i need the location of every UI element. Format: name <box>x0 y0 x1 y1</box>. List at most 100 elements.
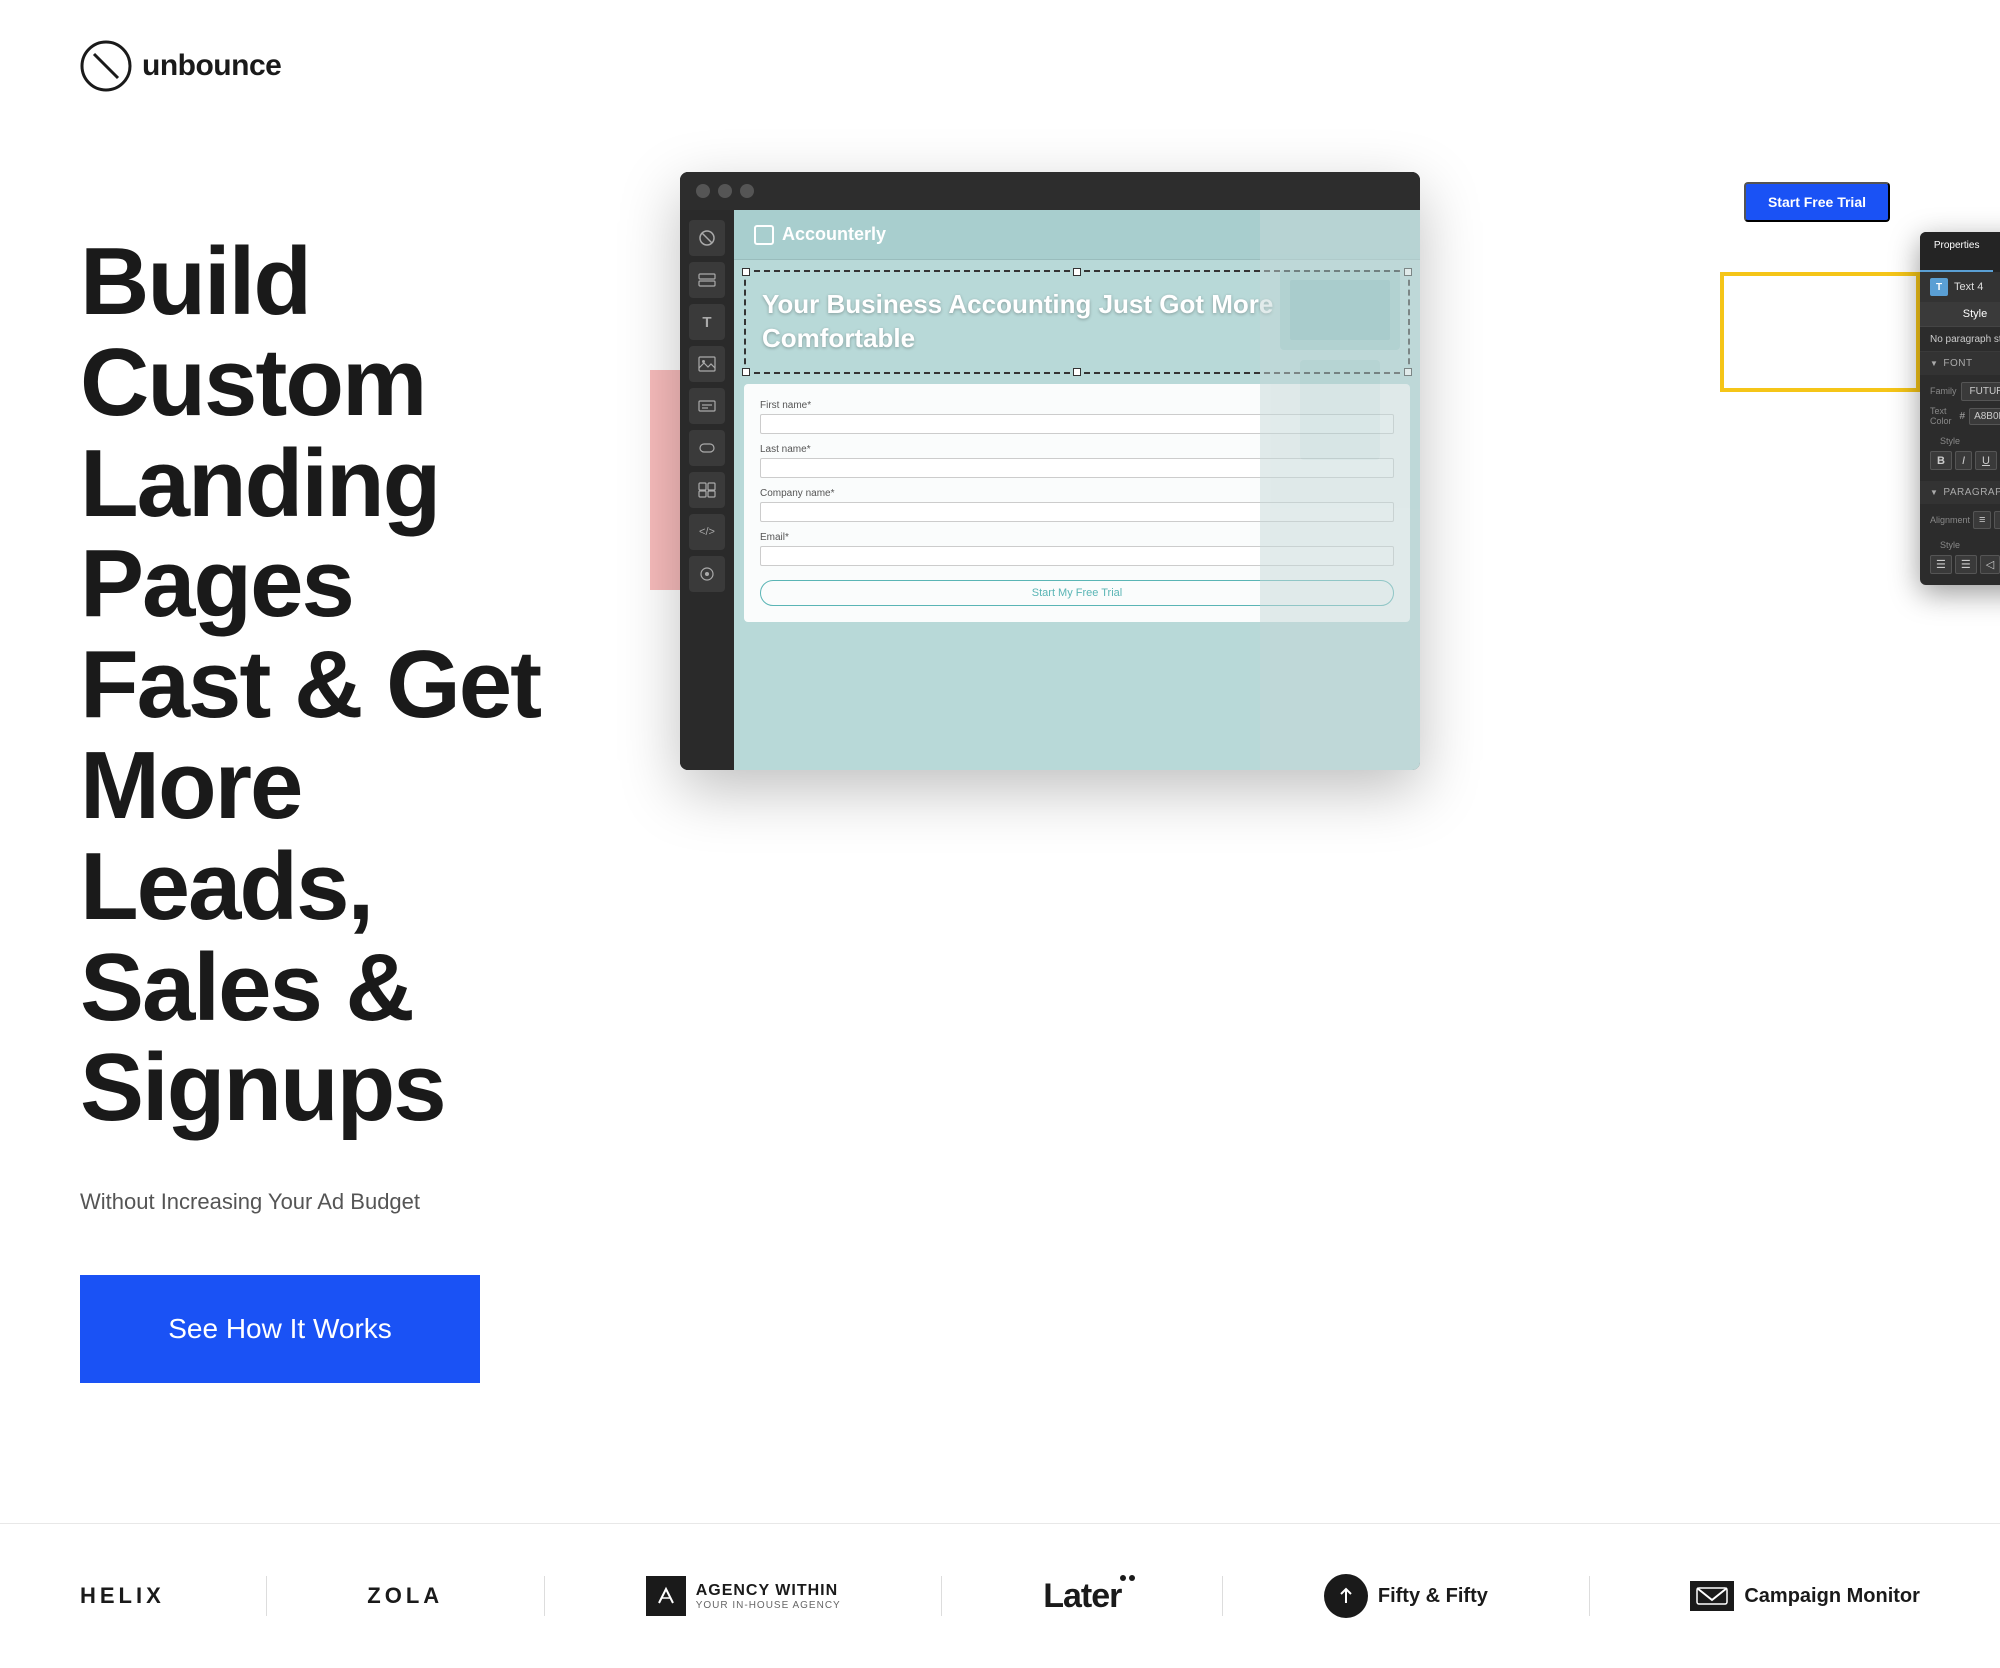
hero-section: Build Custom Landing Pages Fast & Get Mo… <box>0 132 2000 1463</box>
browser-window: T </> <box>680 172 1420 770</box>
paragraph-style-value: No paragraph style <box>1930 334 2000 345</box>
editor-canvas: Accounterly <box>734 210 1420 770</box>
list-style-row: ☰ ☰ ◁ ▷ — <box>1930 555 2000 574</box>
start-free-trial-button[interactable]: Start Free Trial <box>1744 182 1890 222</box>
text-style-buttons: B I U S ✓ ↩ <box>1930 451 2000 470</box>
properties-panel: Properties Page Properties Goals T Text … <box>1920 232 2000 585</box>
sidebar-tool-widget[interactable] <box>689 472 725 508</box>
sidebar-tool-extra1[interactable] <box>689 556 725 592</box>
paragraph-section-label: PARAGRAPH <box>1943 487 2000 498</box>
sidebar-tool-sections[interactable] <box>689 262 725 298</box>
editor-body: T </> <box>680 210 1420 770</box>
hash-symbol: # <box>1960 411 1966 422</box>
font-controls: Family FUTURA ▼ Size (px) ▼ Text Color #… <box>1920 375 2000 481</box>
partner-helix: HELIX <box>80 1583 165 1609</box>
partner-campaign-monitor: Campaign Monitor <box>1690 1581 1920 1611</box>
alignment-label: Alignment <box>1930 515 1970 525</box>
element-type-icon: T <box>1930 278 1948 296</box>
agency-sub: YOUR IN-HOUSE AGENCY <box>696 1600 841 1611</box>
editor-sidebar: T </> <box>680 210 734 770</box>
logo[interactable]: unbounce <box>80 40 281 92</box>
list-ordered-button[interactable]: ☰ <box>1955 555 1977 574</box>
browser-dot-yellow <box>718 184 732 198</box>
partner-later: Later <box>1043 1577 1121 1616</box>
agency-name: AGENCY WITHIN <box>696 1582 841 1600</box>
list-unordered-button[interactable]: ☰ <box>1930 555 1952 574</box>
underline-button[interactable]: U <box>1975 451 1997 470</box>
handle-bm <box>1073 368 1081 376</box>
font-section-header: ▼ FONT <box>1920 352 2000 375</box>
unbounce-logo-icon <box>80 40 132 92</box>
zola-name: ZOLA <box>367 1583 443 1609</box>
hero-headline: Build Custom Landing Pages Fast & Get Mo… <box>80 232 600 1139</box>
font-section-label: FONT <box>1943 358 1972 369</box>
divider-2 <box>544 1576 545 1616</box>
italic-button[interactable]: I <box>1955 451 1972 470</box>
hero-left: Build Custom Landing Pages Fast & Get Mo… <box>80 192 600 1383</box>
panel-tab-properties[interactable]: Properties <box>1920 232 1993 272</box>
handle-tm <box>1073 268 1081 276</box>
alignment-row: Alignment ≡ ≡ ≡ Line spacing ▼ <box>1930 510 2000 530</box>
hero-subtext: Without Increasing Your Ad Budget <box>80 1189 600 1215</box>
partners-bar: HELIX ZOLA AGENCY WITHIN YOUR IN-HOUSE A… <box>0 1523 2000 1668</box>
later-dot-1 <box>1120 1575 1126 1581</box>
fifty-name: Fifty & Fifty <box>1378 1585 1488 1608</box>
panel-tab-page-properties[interactable]: Page Properties <box>1993 232 2000 272</box>
helix-name: HELIX <box>80 1583 165 1609</box>
element-label: Text 4 <box>1954 281 2000 293</box>
handle-bl <box>742 368 750 376</box>
font-chevron: ▼ <box>1930 359 1938 368</box>
style-tab[interactable]: Style <box>1920 302 2000 326</box>
style-action-tabs: Style Action <box>1920 302 2000 327</box>
later-dot-2 <box>1129 1575 1135 1581</box>
partner-zola: ZOLA <box>367 1583 443 1609</box>
font-family-label: Family <box>1930 386 1957 396</box>
divider-4 <box>1222 1576 1223 1616</box>
campaign-monitor-name: Campaign Monitor <box>1744 1585 1920 1608</box>
yellow-accent <box>1720 272 1920 392</box>
panel-tabs: Properties Page Properties Goals <box>1920 232 2000 272</box>
accounterly-logo-icon <box>754 225 774 245</box>
fifty-icon <box>1324 1574 1368 1618</box>
font-family-select[interactable]: FUTURA <box>1961 382 2000 401</box>
divider-3 <box>941 1576 942 1616</box>
partner-agency-within: AGENCY WITHIN YOUR IN-HOUSE AGENCY <box>646 1576 841 1616</box>
sidebar-tool-image[interactable] <box>689 346 725 382</box>
canvas-bg-image <box>1260 210 1420 770</box>
logo-text: unbounce <box>142 49 281 83</box>
paragraph-style-dropdown[interactable]: No paragraph style ⋮ <box>1920 327 2000 352</box>
indent-left-button[interactable]: ◁ <box>1980 555 2000 574</box>
browser-titlebar <box>680 172 1420 210</box>
paragraph-section-header: ▼ PARAGRAPH <box>1920 481 2000 504</box>
paragraph-style-label-row: Style <box>1930 535 2000 555</box>
partner-fifty-fifty: Fifty & Fifty <box>1324 1574 1488 1618</box>
divider-5 <box>1589 1576 1590 1616</box>
agency-text: AGENCY WITHIN YOUR IN-HOUSE AGENCY <box>696 1582 841 1611</box>
bold-button[interactable]: B <box>1930 451 1952 470</box>
sidebar-tool-button[interactable] <box>689 430 725 466</box>
font-family-row: Family FUTURA ▼ Size (px) ▼ <box>1930 381 2000 401</box>
agency-icon <box>646 1576 686 1616</box>
text-color-row: Text Color # Background <box>1930 406 2000 426</box>
align-left-button[interactable]: ≡ <box>1973 511 1991 529</box>
panel-title-row: T Text 4 Visibility <box>1920 272 2000 302</box>
text-color-input[interactable] <box>1969 408 2000 425</box>
paragraph-controls: Alignment ≡ ≡ ≡ Line spacing ▼ Style ☰ ☰… <box>1920 504 2000 585</box>
header: unbounce <box>0 0 2000 132</box>
sidebar-tool-code[interactable]: </> <box>689 514 725 550</box>
see-how-it-works-button[interactable]: See How It Works <box>80 1275 480 1383</box>
browser-dot-green <box>740 184 754 198</box>
style-label-row: Style <box>1930 431 2000 451</box>
canvas-content: Your Business Accounting Just Got More C… <box>734 260 1420 770</box>
accounterly-name: Accounterly <box>782 224 886 245</box>
align-center-button[interactable]: ≡ <box>1994 511 2000 529</box>
campaign-monitor-icon <box>1690 1581 1734 1611</box>
sidebar-tool-logo[interactable] <box>689 220 725 256</box>
handle-tl <box>742 268 750 276</box>
divider-1 <box>266 1576 267 1616</box>
sidebar-tool-text[interactable]: T <box>689 304 725 340</box>
sidebar-tool-form[interactable] <box>689 388 725 424</box>
hero-right: T </> <box>680 172 1920 770</box>
later-dots-container <box>1120 1575 1135 1581</box>
paragraph-chevron: ▼ <box>1930 488 1938 497</box>
